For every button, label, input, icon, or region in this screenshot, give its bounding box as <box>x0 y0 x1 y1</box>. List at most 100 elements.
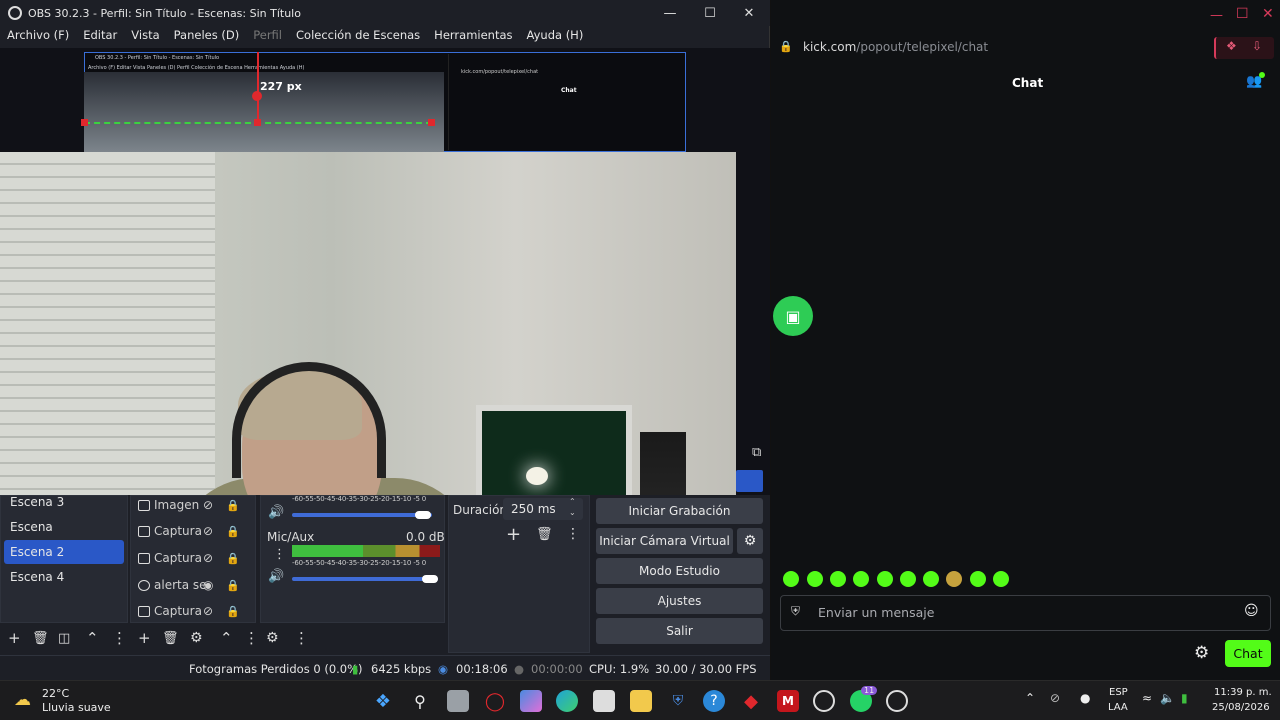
emote-icon[interactable] <box>830 571 846 587</box>
weather-icon[interactable]: ☁ <box>14 690 31 710</box>
resize-handle[interactable] <box>254 119 261 126</box>
emote-icon[interactable] <box>877 571 893 587</box>
app-red-diamond-icon[interactable]: ◆ <box>740 690 762 712</box>
menu-paneles[interactable]: Paneles (D) <box>167 26 247 46</box>
maximize-icon[interactable]: ☐ <box>1236 6 1249 22</box>
lang-bottom[interactable]: LAA <box>1108 702 1128 713</box>
extensions-icon[interactable]: ❖ <box>1226 39 1237 53</box>
emote-icon[interactable] <box>970 571 986 587</box>
eye-hidden-icon[interactable]: ⊘ <box>203 524 213 538</box>
task-view-icon[interactable] <box>447 690 469 712</box>
blue-dock-button[interactable] <box>736 470 763 492</box>
emoji-icon[interactable]: ☺ <box>1244 603 1259 619</box>
menu-editar[interactable]: Editar <box>76 26 124 46</box>
store-icon[interactable] <box>593 690 615 712</box>
weather-temp[interactable]: 22°C <box>42 687 69 700</box>
lang-top[interactable]: ESP <box>1109 687 1128 698</box>
emote-icon[interactable] <box>993 571 1009 587</box>
source-item[interactable]: Captura ⊘ 🔒 <box>138 546 244 570</box>
battery-icon[interactable]: ▮ <box>1181 691 1188 705</box>
spin-up-icon[interactable]: ⌃ <box>569 497 576 506</box>
filters-icon[interactable]: ◫ <box>58 631 86 646</box>
obs-taskbar-icon[interactable] <box>813 690 835 712</box>
source-settings-icon[interactable]: ⚙ <box>190 630 220 646</box>
help-icon[interactable]: ? <box>703 690 725 712</box>
kick-capture-icon[interactable]: ▣ <box>773 296 813 336</box>
resize-handle[interactable] <box>428 119 435 126</box>
speaker-icon[interactable]: 🔊 <box>268 505 284 520</box>
source-item[interactable]: Imagen ⊘ 🔒 <box>138 493 244 517</box>
no-camera-icon[interactable]: ⊘ <box>1050 691 1060 705</box>
emote-icon[interactable] <box>783 571 799 587</box>
studio-mode-button[interactable]: Modo Estudio <box>596 558 763 584</box>
clock-date[interactable]: 25/08/2026 <box>1212 702 1270 713</box>
close-icon[interactable]: ✕ <box>729 0 769 26</box>
settings-button[interactable]: Ajustes <box>596 588 763 614</box>
channel-menu-icon[interactable]: ⋮ <box>273 547 286 562</box>
lock-icon[interactable]: 🔒 <box>226 499 240 512</box>
menu-ayuda[interactable]: Ayuda (H) <box>520 26 591 46</box>
move-up-icon[interactable]: ⌃ <box>86 629 112 647</box>
menu-vista[interactable]: Vista <box>124 26 166 46</box>
emote-icon[interactable] <box>900 571 916 587</box>
shield-icon[interactable]: ⛨ <box>791 604 800 619</box>
emote-icon[interactable] <box>946 571 962 587</box>
emote-icon[interactable] <box>923 571 939 587</box>
transition-menu-icon[interactable]: ⋮ <box>566 526 580 542</box>
maximize-icon[interactable]: ☐ <box>690 0 730 26</box>
chat-send-button[interactable]: Chat <box>1225 640 1271 667</box>
volume-icon[interactable]: 🔈 <box>1160 691 1175 705</box>
menu-archivo[interactable]: Archivo (F) <box>0 26 76 46</box>
menu-herramientas[interactable]: Herramientas <box>427 26 519 46</box>
clock-time[interactable]: 11:39 p. m. <box>1214 687 1272 698</box>
lock-icon[interactable]: 🔒 <box>226 605 240 618</box>
move-up-icon[interactable]: ⌃ <box>220 629 244 647</box>
spin-down-icon[interactable]: ⌄ <box>569 508 576 517</box>
emote-icon[interactable] <box>853 571 869 587</box>
defender-icon[interactable]: ⛨ <box>667 690 689 712</box>
exit-button[interactable]: Salir <box>596 618 763 644</box>
lock-icon[interactable]: 🔒 <box>226 525 240 538</box>
emote-icon[interactable] <box>807 571 823 587</box>
add-scene-icon[interactable]: + <box>8 629 32 647</box>
copilot-icon[interactable] <box>520 690 542 712</box>
close-icon[interactable]: ✕ <box>1262 6 1274 22</box>
weather-desc[interactable]: Lluvia suave <box>42 701 111 714</box>
eye-hidden-icon[interactable]: ⊘ <box>203 604 213 618</box>
lock-icon[interactable]: 🔒 <box>226 552 240 565</box>
duration-spinbox[interactable]: 250 ms ⌃ ⌄ <box>503 497 583 520</box>
source-menu-icon[interactable]: ⋮ <box>244 629 259 647</box>
add-source-icon[interactable]: + <box>138 629 162 647</box>
gear-icon[interactable]: ⚙ <box>1194 643 1209 663</box>
menu-coleccion[interactable]: Colección de Escenas <box>289 26 427 46</box>
volume-slider[interactable] <box>292 513 432 517</box>
eye-hidden-icon[interactable]: ⊘ <box>203 498 213 512</box>
start-recording-button[interactable]: Iniciar Grabación <box>596 498 763 524</box>
advanced-audio-icon[interactable]: ⚙ <box>266 630 294 646</box>
delete-transition-icon[interactable]: 🗑 <box>536 527 553 542</box>
resize-handle[interactable] <box>81 119 88 126</box>
search-icon[interactable]: ⚲ <box>409 690 431 712</box>
windows-start-icon[interactable]: ❖ <box>372 690 394 712</box>
remove-source-icon[interactable]: 🗑 <box>162 631 190 646</box>
tray-chevron-icon[interactable]: ⌃ <box>1025 691 1035 705</box>
source-item[interactable]: alerta se ◉ 🔒 <box>138 573 244 597</box>
mixer-menu-icon[interactable]: ⋮ <box>294 629 309 647</box>
edge-icon[interactable] <box>556 690 578 712</box>
gear-icon[interactable]: ⚙ <box>737 528 763 554</box>
scene-item[interactable]: Escena 4 <box>0 565 124 589</box>
download-icon[interactable]: ⇩ <box>1252 39 1262 53</box>
mcafee-icon[interactable]: M <box>777 690 799 712</box>
eye-hidden-icon[interactable]: ⊘ <box>203 551 213 565</box>
scene-item-selected[interactable]: Escena 2 <box>4 540 124 564</box>
scene-item[interactable]: Escena 3 <box>0 490 124 514</box>
remove-scene-icon[interactable]: 🗑 <box>32 631 58 646</box>
speaker-icon[interactable]: 🔊 <box>268 569 284 584</box>
popout-icon[interactable]: ⧉ <box>752 445 761 460</box>
volume-slider[interactable] <box>292 577 438 581</box>
app-circle-icon[interactable] <box>886 690 908 712</box>
start-virtual-cam-button[interactable]: Iniciar Cámara Virtual <box>596 528 733 554</box>
add-transition-icon[interactable]: + <box>506 524 521 545</box>
minimize-icon[interactable]: — <box>650 0 690 26</box>
microphone-icon[interactable]: ● <box>1080 691 1090 705</box>
